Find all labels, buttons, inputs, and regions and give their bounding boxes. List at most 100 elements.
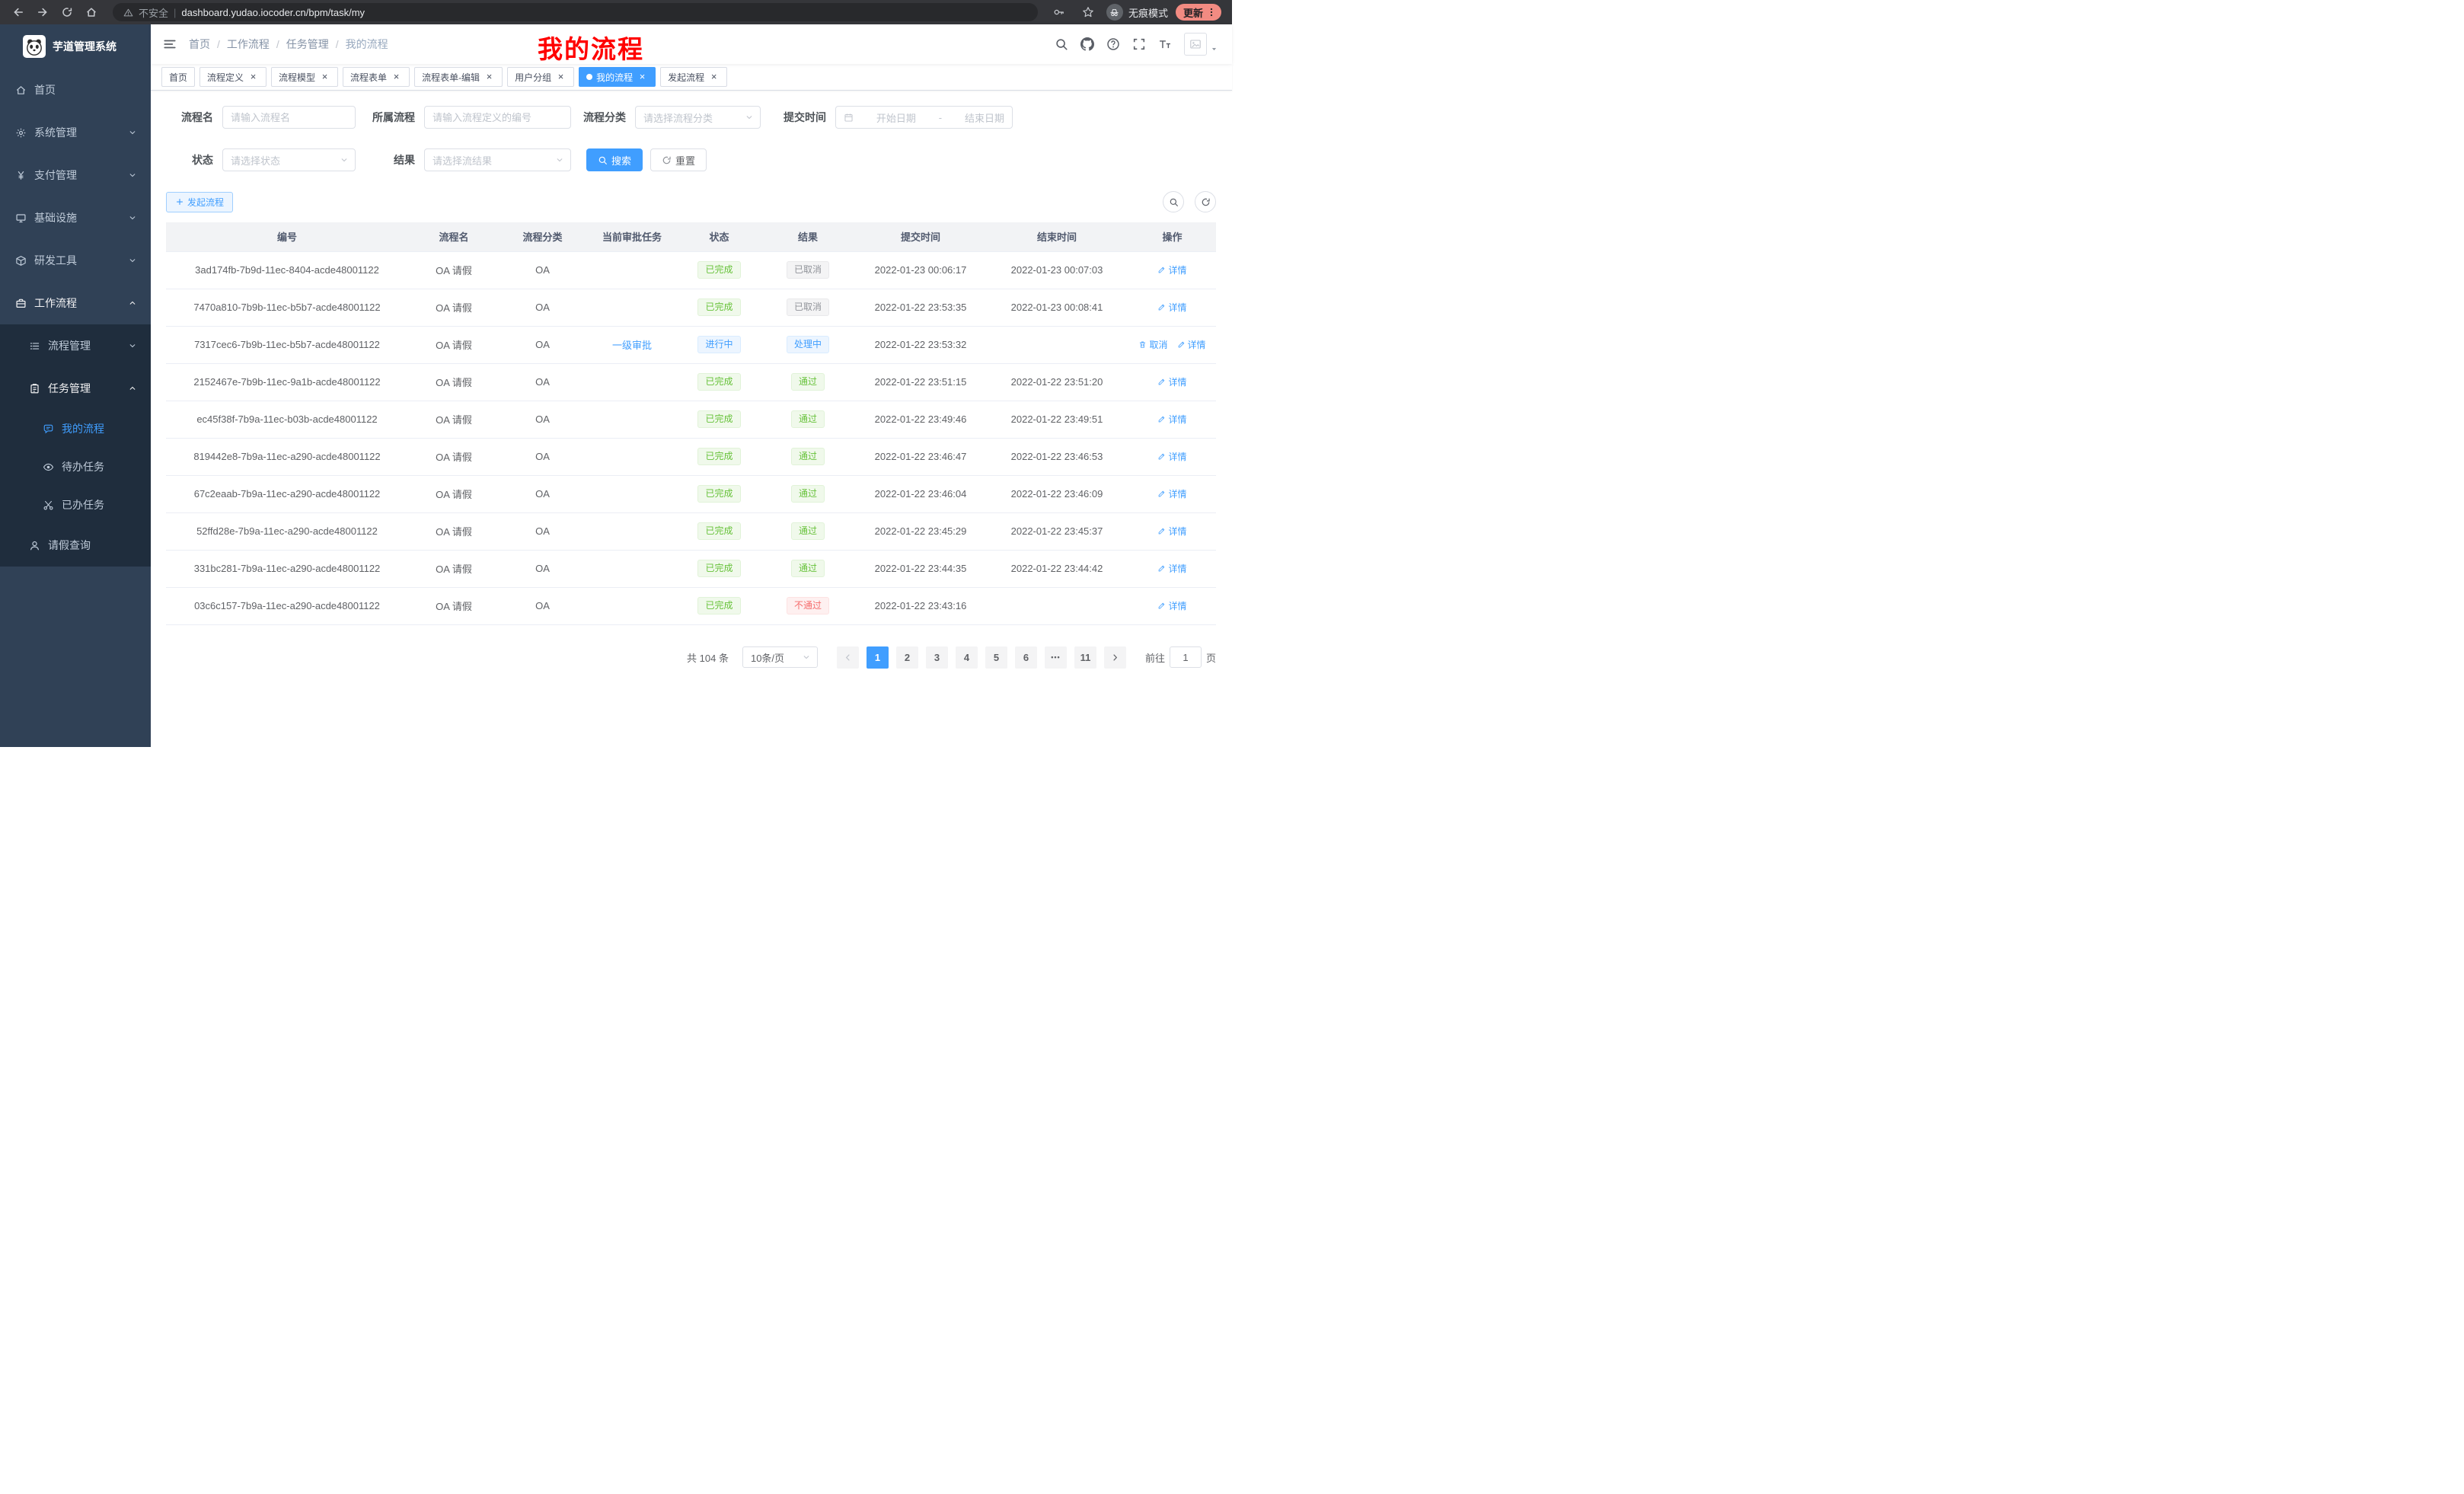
- page-number[interactable]: 5: [985, 646, 1007, 669]
- sidebar-item-home[interactable]: 首页: [0, 69, 151, 111]
- sidebar-item-infrastructure[interactable]: 基础设施: [0, 196, 151, 239]
- next-page-button[interactable]: [1104, 646, 1126, 669]
- detail-button[interactable]: 详情: [1177, 338, 1206, 351]
- tab-process-model[interactable]: 流程模型×: [271, 67, 338, 87]
- tab-process-definition[interactable]: 流程定义×: [199, 67, 267, 87]
- sidebar-item-process-manage[interactable]: 流程管理: [0, 324, 151, 367]
- back-icon[interactable]: [8, 5, 29, 20]
- tab-close-icon[interactable]: ×: [247, 72, 259, 83]
- fullscreen-icon[interactable]: [1132, 37, 1146, 51]
- forward-icon[interactable]: [32, 5, 53, 20]
- detail-button[interactable]: 详情: [1157, 487, 1186, 500]
- action-label: 详情: [1168, 599, 1186, 612]
- sidebar-item-my-process[interactable]: 我的流程: [0, 410, 151, 448]
- detail-button[interactable]: 详情: [1157, 450, 1186, 463]
- breadcrumb-item[interactable]: 任务管理: [286, 37, 329, 52]
- search-button[interactable]: 搜索: [586, 148, 643, 171]
- tab-close-icon[interactable]: ×: [708, 72, 720, 83]
- detail-button[interactable]: 详情: [1157, 375, 1186, 388]
- question-icon[interactable]: [1106, 37, 1120, 51]
- status-select[interactable]: 请选择状态: [222, 148, 356, 171]
- column-header: 结果: [760, 222, 856, 251]
- submit-time-range-picker[interactable]: 开始日期 - 结束日期: [835, 106, 1013, 129]
- breadcrumb-item[interactable]: 首页: [189, 37, 210, 52]
- breadcrumb-item[interactable]: 工作流程: [227, 37, 270, 52]
- sidebar-item-payment[interactable]: 支付管理: [0, 154, 151, 196]
- sidebar-item-task-manage[interactable]: 任务管理: [0, 367, 151, 410]
- row-category-cell: OA: [500, 326, 586, 363]
- reset-button[interactable]: 重置: [650, 148, 707, 171]
- bookmark-star-icon[interactable]: [1077, 5, 1099, 20]
- cancel-button[interactable]: 取消: [1138, 338, 1167, 351]
- tab-close-icon[interactable]: ×: [637, 72, 648, 83]
- row-task-cell: [586, 401, 678, 438]
- tab-my-process[interactable]: 我的流程×: [579, 67, 656, 87]
- sidebar-item-todo-task[interactable]: 待办任务: [0, 448, 151, 486]
- process-name-input[interactable]: [222, 106, 356, 129]
- github-icon[interactable]: [1080, 37, 1094, 51]
- breadcrumb: 首页/工作流程/任务管理/我的流程: [189, 37, 388, 52]
- result-select-placeholder: 请选择流结果: [432, 153, 492, 168]
- tab-close-icon[interactable]: ×: [319, 72, 330, 83]
- tab-process-form[interactable]: 流程表单×: [343, 67, 410, 87]
- detail-button[interactable]: 详情: [1157, 263, 1186, 276]
- sidebar-item-workflow[interactable]: 工作流程: [0, 282, 151, 324]
- toggle-search-button[interactable]: [1163, 191, 1184, 212]
- address-separator: |: [174, 7, 176, 18]
- detail-button[interactable]: 详情: [1157, 525, 1186, 538]
- tab-process-form-edit[interactable]: 流程表单-编辑×: [414, 67, 503, 87]
- app-logo[interactable]: 芋道管理系统: [0, 24, 151, 69]
- sidebar-item-leave-query[interactable]: 请假查询: [0, 524, 151, 567]
- page-number[interactable]: 1: [867, 646, 889, 669]
- row-process-name-cell: OA 请假: [408, 363, 500, 401]
- tab-home[interactable]: 首页: [161, 67, 195, 87]
- category-select[interactable]: 请选择流程分类: [635, 106, 761, 129]
- refresh-table-button[interactable]: [1195, 191, 1216, 212]
- tab-close-icon[interactable]: ×: [484, 72, 495, 83]
- address-bar[interactable]: 不安全 | dashboard.yudao.iocoder.cn/bpm/tas…: [113, 3, 1038, 21]
- sidebar-item-dev-tools[interactable]: 研发工具: [0, 239, 151, 282]
- detail-button[interactable]: 详情: [1157, 301, 1186, 314]
- cube-icon: [15, 255, 27, 267]
- font-size-icon[interactable]: [1158, 37, 1172, 51]
- page-content: 流程名 所属流程 流程分类 请选择流程分类: [151, 91, 1232, 747]
- detail-button[interactable]: 详情: [1157, 562, 1186, 575]
- avatar[interactable]: [1184, 33, 1207, 56]
- tab-close-icon[interactable]: ×: [391, 72, 402, 83]
- url-text: dashboard.yudao.iocoder.cn/bpm/task/my: [181, 7, 365, 18]
- row-process-name-cell: OA 请假: [408, 401, 500, 438]
- tab-label: 流程定义: [207, 71, 244, 84]
- goto-page-input[interactable]: [1170, 646, 1202, 668]
- page-number[interactable]: 4: [956, 646, 978, 669]
- page-ellipsis[interactable]: •••: [1045, 646, 1067, 669]
- password-key-icon[interactable]: [1048, 5, 1070, 20]
- sidebar-item-done-task[interactable]: 已办任务: [0, 486, 151, 524]
- detail-button[interactable]: 详情: [1157, 413, 1186, 426]
- prev-page-button[interactable]: [837, 646, 859, 669]
- home-icon: [15, 85, 27, 96]
- browser-home-icon[interactable]: [81, 5, 102, 20]
- status-tag: 已完成: [697, 373, 740, 391]
- page-number[interactable]: 3: [926, 646, 948, 669]
- sidebar-item-system[interactable]: 系统管理: [0, 111, 151, 154]
- page-number[interactable]: 6: [1015, 646, 1037, 669]
- search-icon[interactable]: [1055, 37, 1068, 51]
- reload-icon[interactable]: [56, 5, 78, 20]
- browser-menu-dots-icon[interactable]: [1206, 7, 1217, 18]
- current-task-link[interactable]: 一级审批: [612, 340, 652, 351]
- page-number[interactable]: 2: [896, 646, 918, 669]
- page-size-select[interactable]: 10条/页: [742, 646, 818, 668]
- hamburger-icon[interactable]: [151, 37, 189, 51]
- tab-close-icon[interactable]: ×: [555, 72, 567, 83]
- result-select[interactable]: 请选择流结果: [424, 148, 571, 171]
- row-submit-time-cell: 2022-01-22 23:45:29: [856, 512, 985, 550]
- page-number[interactable]: 11: [1074, 646, 1096, 669]
- tab-user-group[interactable]: 用户分组×: [507, 67, 574, 87]
- tab-start-process[interactable]: 发起流程×: [660, 67, 727, 87]
- update-button[interactable]: 更新: [1176, 4, 1221, 21]
- process-definition-input[interactable]: [424, 106, 571, 129]
- detail-button[interactable]: 详情: [1157, 599, 1186, 612]
- action-label: 详情: [1168, 301, 1186, 314]
- create-process-button[interactable]: 发起流程: [166, 192, 233, 212]
- caret-down-icon[interactable]: [1210, 45, 1218, 53]
